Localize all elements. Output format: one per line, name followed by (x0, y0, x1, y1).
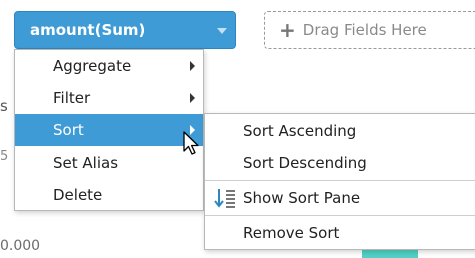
submenu-item-remove-sort[interactable]: Remove Sort (205, 217, 475, 249)
field-pill-amount[interactable]: amount(Sum) (14, 11, 236, 49)
submenu-item-show-sort-pane[interactable]: Show Sort Pane (205, 182, 475, 214)
submenu-item-sort-descending[interactable]: Sort Descending (205, 147, 475, 179)
field-context-menu: Aggregate Filter Sort Set Alias Delete (14, 49, 204, 211)
menu-item-delete[interactable]: Delete (15, 179, 203, 211)
sort-submenu: Sort Ascending Sort Descending Show Sort… (204, 113, 475, 250)
submenu-item-sort-ascending[interactable]: Sort Ascending (205, 115, 475, 147)
menu-item-aggregate[interactable]: Aggregate (15, 50, 203, 82)
menu-item-label: Aggregate (53, 57, 132, 75)
mouse-cursor-icon (183, 131, 199, 155)
menu-item-sort[interactable]: Sort (15, 114, 203, 146)
submenu-item-label: Sort Descending (243, 154, 367, 172)
field-pill-label: amount(Sum) (30, 21, 146, 39)
menu-divider (205, 180, 475, 181)
submenu-item-label: Remove Sort (243, 224, 340, 242)
chevron-right-icon (190, 61, 195, 71)
background-text-fragment: s (0, 97, 8, 115)
chevron-down-icon[interactable] (217, 28, 227, 34)
sort-pane-icon (214, 189, 235, 208)
plus-icon: + (279, 18, 296, 42)
drop-zone-label: Drag Fields Here (302, 21, 427, 39)
chevron-right-icon (190, 93, 195, 103)
submenu-item-label: Sort Ascending (243, 122, 357, 140)
menu-item-label: Delete (53, 186, 103, 204)
menu-item-label: Set Alias (53, 154, 119, 172)
menu-item-filter[interactable]: Filter (15, 82, 203, 114)
menu-item-set-alias[interactable]: Set Alias (15, 147, 203, 179)
menu-item-label: Filter (53, 89, 91, 107)
menu-item-label: Sort (53, 121, 84, 139)
menu-divider (205, 215, 475, 216)
submenu-item-label: Show Sort Pane (243, 189, 361, 207)
axis-tick-label: 0.000 (0, 238, 41, 254)
drag-fields-drop-zone[interactable]: + Drag Fields Here (264, 11, 475, 49)
background-text-fragment: 5 (0, 149, 9, 164)
